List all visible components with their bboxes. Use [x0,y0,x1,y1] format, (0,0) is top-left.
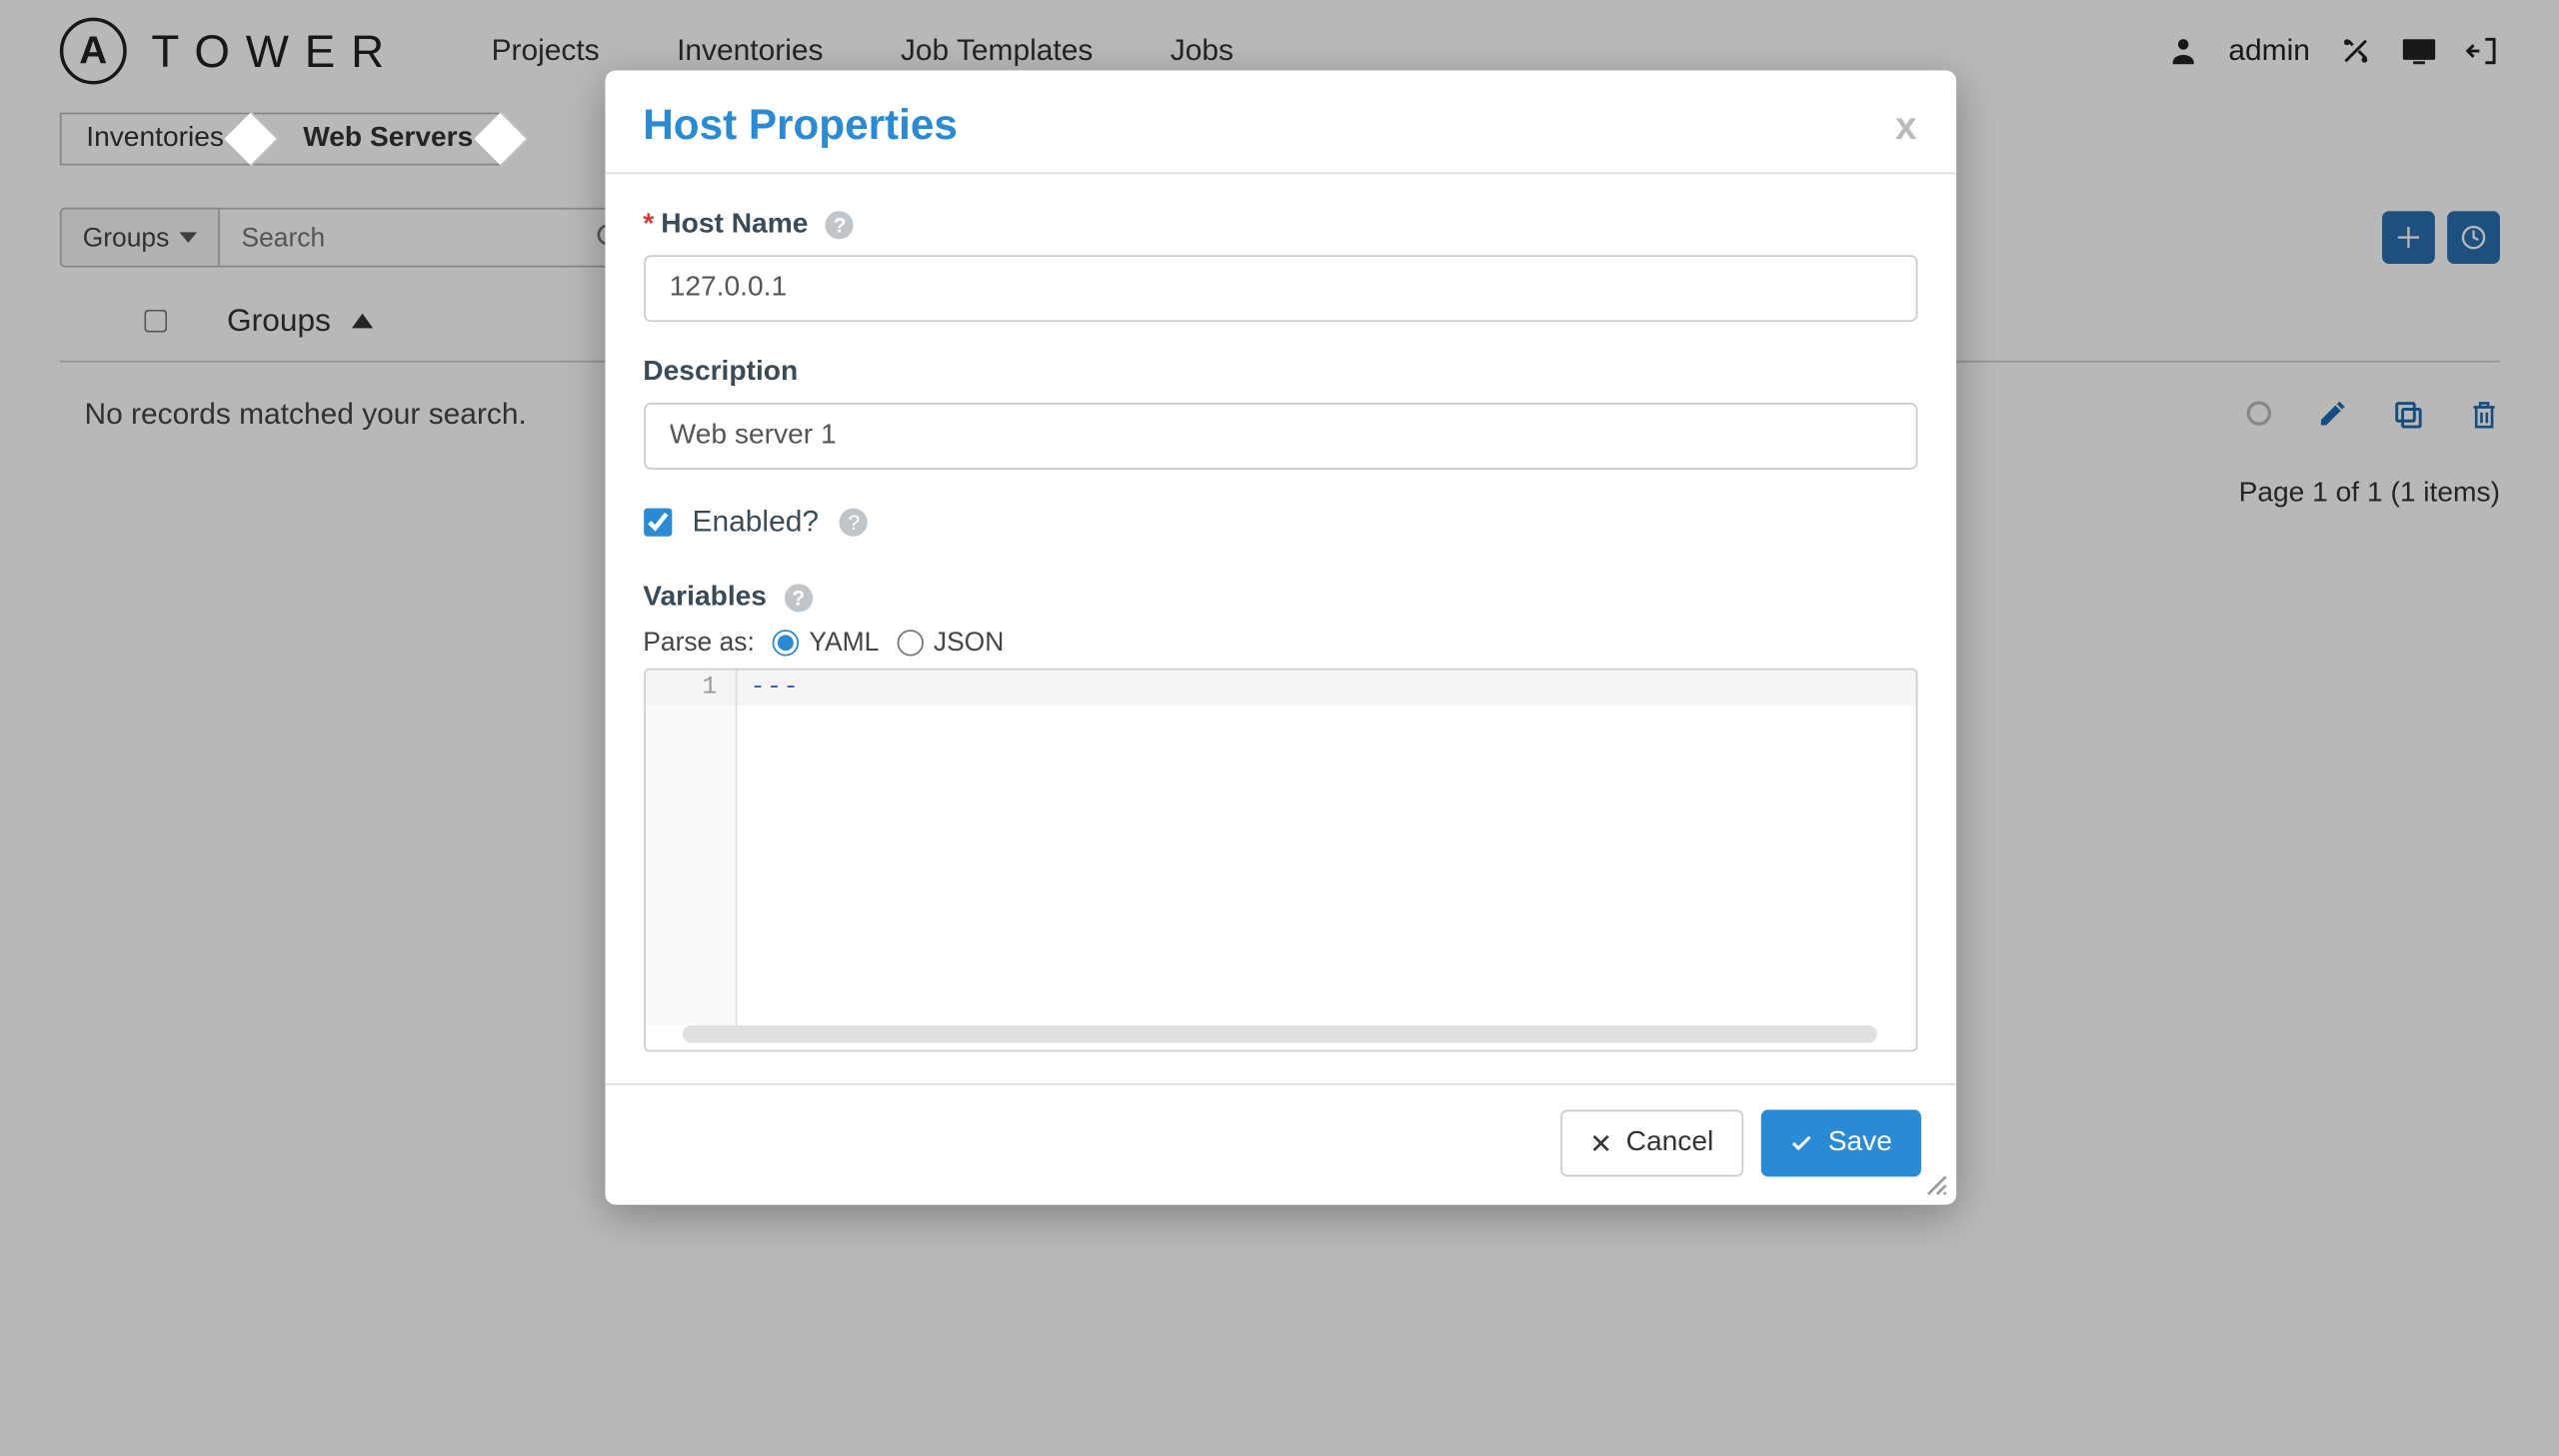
cancel-label: Cancel [1626,1127,1714,1159]
help-icon[interactable]: ? [840,509,868,537]
resize-grip-icon[interactable] [1924,1173,1949,1198]
horizontal-scrollbar[interactable] [683,1025,1876,1043]
modal-title: Host Properties [643,102,958,151]
variables-editor[interactable]: 1 --- [643,669,1916,1052]
host-name-input[interactable] [643,255,1916,322]
parse-json-radio[interactable]: JSON [897,628,1004,658]
help-icon[interactable]: ? [826,211,854,239]
parse-yaml-label: YAML [809,628,879,658]
host-properties-modal: Host Properties x *Host Name ? Descripti… [605,70,1956,1204]
enabled-label: Enabled? [693,505,819,540]
close-button[interactable]: x [1895,104,1917,150]
cancel-button[interactable]: Cancel [1561,1110,1744,1177]
save-label: Save [1828,1127,1892,1159]
help-icon[interactable]: ? [785,584,813,612]
description-label: Description [643,357,798,389]
variables-label: Variables [643,583,767,615]
description-input[interactable] [643,403,1916,470]
line-number: 1 [645,671,737,706]
code-content[interactable]: --- [737,671,1915,706]
enabled-checkbox[interactable] [643,509,671,537]
parse-yaml-radio[interactable]: YAML [772,628,879,658]
host-name-label: Host Name [661,209,808,239]
parse-as-label: Parse as: [643,628,755,658]
parse-json-label: JSON [934,628,1004,658]
save-button[interactable]: Save [1761,1110,1920,1177]
